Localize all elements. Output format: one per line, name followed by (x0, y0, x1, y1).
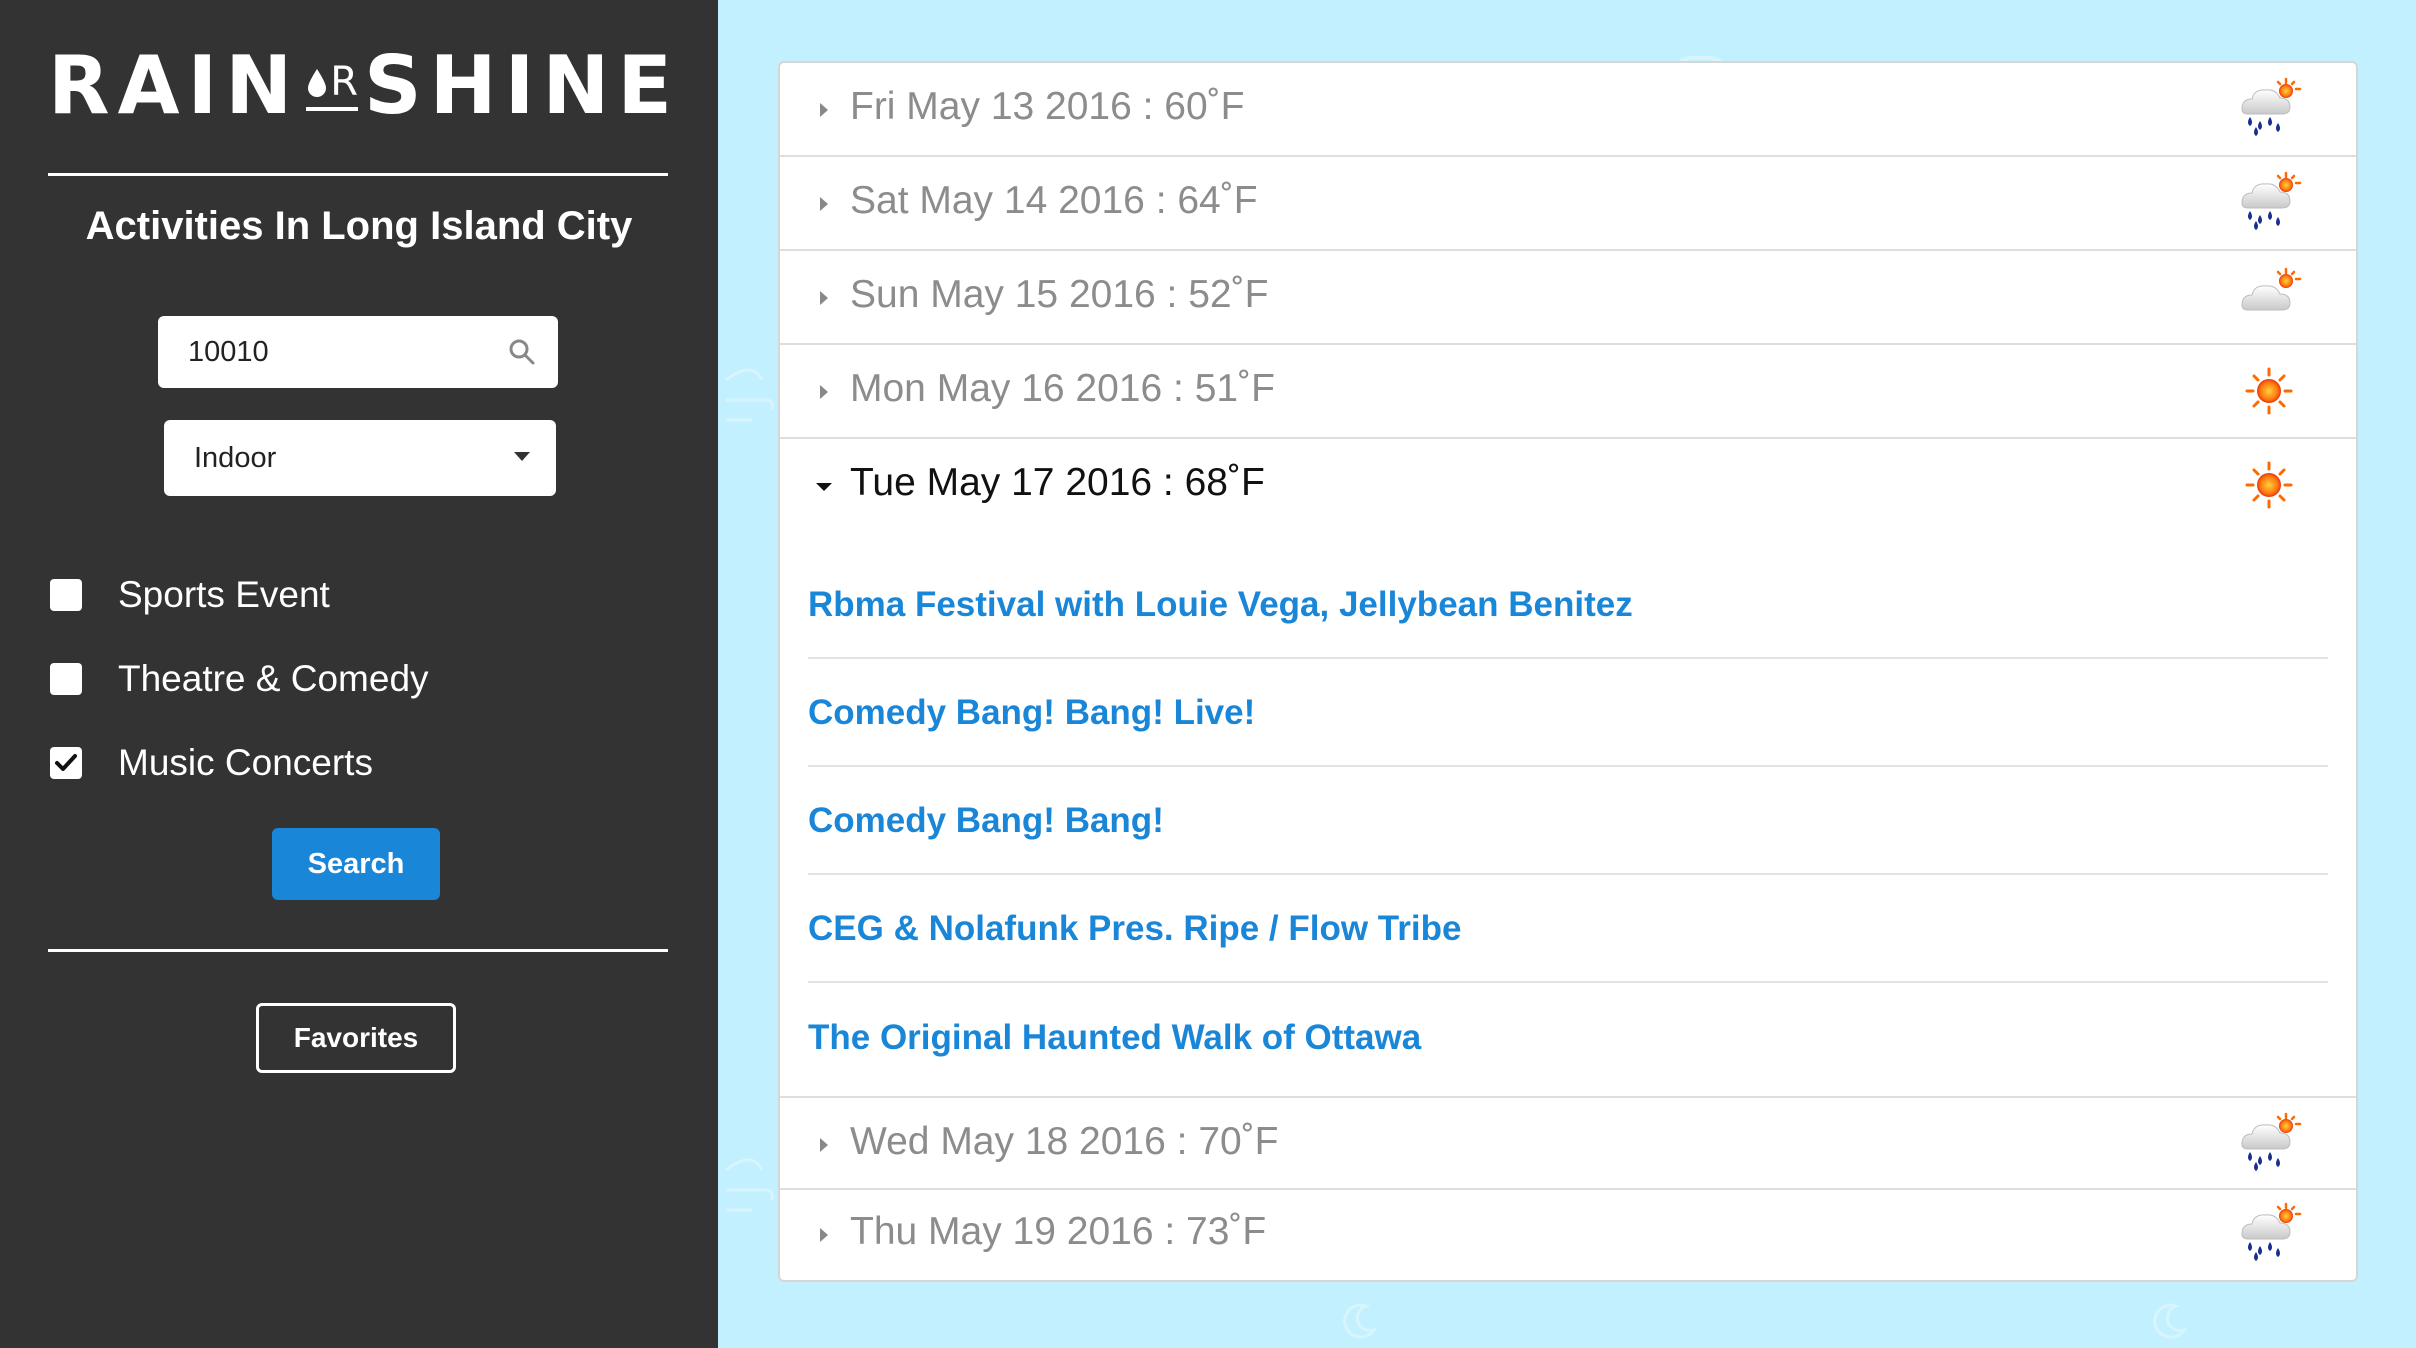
divider (48, 949, 668, 952)
checkbox[interactable] (50, 663, 82, 695)
rain-sun-icon (2234, 171, 2304, 235)
day-row-mon-may-16[interactable]: Mon May 16 2016 : 51˚F (780, 345, 2356, 439)
background-doodle-moon-icon (1343, 1303, 1378, 1339)
zip-input[interactable] (186, 334, 490, 370)
background-doodle-wind-icon (725, 368, 774, 422)
sun-icon (2234, 453, 2304, 517)
day-label: Wed May 18 2016 : 70˚F (850, 1120, 1279, 1163)
event-link[interactable]: The Original Haunted Walk of Ottawa (808, 985, 2328, 1091)
search-button[interactable]: Search (272, 828, 440, 900)
caret-down-icon (816, 483, 832, 491)
category-label: Music Concerts (118, 742, 373, 783)
setting-select[interactable]: Indoor (164, 420, 556, 496)
raindrop-icon (308, 69, 327, 97)
checkbox-checked[interactable] (50, 747, 82, 779)
category-label: Sports Event (118, 574, 330, 615)
cloud-sun-icon (2234, 265, 2304, 329)
day-row-fri-may-13[interactable]: Fri May 13 2016 : 60˚F (780, 63, 2356, 157)
caret-right-icon (820, 1138, 828, 1152)
checkbox[interactable] (50, 579, 82, 611)
caret-right-icon (820, 1228, 828, 1242)
category-theatre-comedy[interactable]: Theatre & Comedy (50, 654, 429, 704)
event-link[interactable]: CEG & Nolafunk Pres. Ripe / Flow Tribe (808, 877, 2328, 983)
day-label: Tue May 17 2016 : 68˚F (850, 461, 1265, 504)
category-label: Theatre & Comedy (118, 658, 429, 699)
caret-right-icon (820, 103, 828, 117)
caret-right-icon (820, 291, 828, 305)
setting-selected-value: Indoor (194, 441, 277, 474)
background-doodle-moon-icon (2153, 1303, 2188, 1339)
day-row-thu-may-19[interactable]: Thu May 19 2016 : 73˚F (780, 1188, 2356, 1282)
category-sports-event[interactable]: Sports Event (50, 570, 330, 620)
sun-icon (2234, 359, 2304, 423)
day-label: Mon May 16 2016 : 51˚F (850, 367, 1275, 410)
brand-logo: RAIN R SHINE (48, 38, 672, 132)
sidebar-title: Activities In Long Island City (85, 204, 633, 248)
day-row-wed-may-18[interactable]: Wed May 18 2016 : 70˚F (780, 1096, 2356, 1190)
day-label: Thu May 19 2016 : 73˚F (850, 1210, 1267, 1253)
background-doodle-wind-icon (725, 1158, 774, 1212)
event-link[interactable]: Comedy Bang! Bang! Live! (808, 661, 2328, 767)
chevron-down-icon (514, 452, 530, 461)
caret-right-icon (820, 385, 828, 399)
zip-search-field[interactable] (158, 316, 558, 388)
search-icon[interactable] (508, 338, 536, 366)
day-row-sat-may-14[interactable]: Sat May 14 2016 : 64˚F (780, 157, 2356, 251)
forecast-accordion: Fri May 13 2016 : 60˚F Sat May 14 2016 :… (778, 61, 2358, 1282)
event-link[interactable]: Comedy Bang! Bang! (808, 769, 2328, 875)
sidebar: RAIN R SHINE Activities In Long Island C… (0, 0, 718, 1348)
day-label: Fri May 13 2016 : 60˚F (850, 85, 1245, 128)
brand-shine: SHINE (364, 38, 680, 132)
rain-sun-icon (2234, 1112, 2304, 1176)
checkmark-icon (55, 754, 77, 771)
rain-sun-icon (2234, 1202, 2304, 1266)
day-row-tue-may-17-expanded[interactable]: Tue May 17 2016 : 68˚F (780, 439, 2356, 533)
day-row-sun-may-15[interactable]: Sun May 15 2016 : 52˚F (780, 251, 2356, 345)
category-music-concerts[interactable]: Music Concerts (50, 738, 373, 788)
rain-sun-icon (2234, 77, 2304, 141)
event-link[interactable]: Rbma Festival with Louie Vega, Jellybean… (808, 553, 2328, 659)
favorites-button[interactable]: Favorites (256, 1003, 456, 1073)
divider (48, 173, 668, 176)
caret-right-icon (820, 197, 828, 211)
day-label: Sat May 14 2016 : 64˚F (850, 179, 1258, 222)
brand-or: R (306, 59, 359, 111)
brand-rain: RAIN (48, 38, 301, 132)
brand-or-letter: R (330, 59, 359, 105)
day-label: Sun May 15 2016 : 52˚F (850, 273, 1269, 316)
